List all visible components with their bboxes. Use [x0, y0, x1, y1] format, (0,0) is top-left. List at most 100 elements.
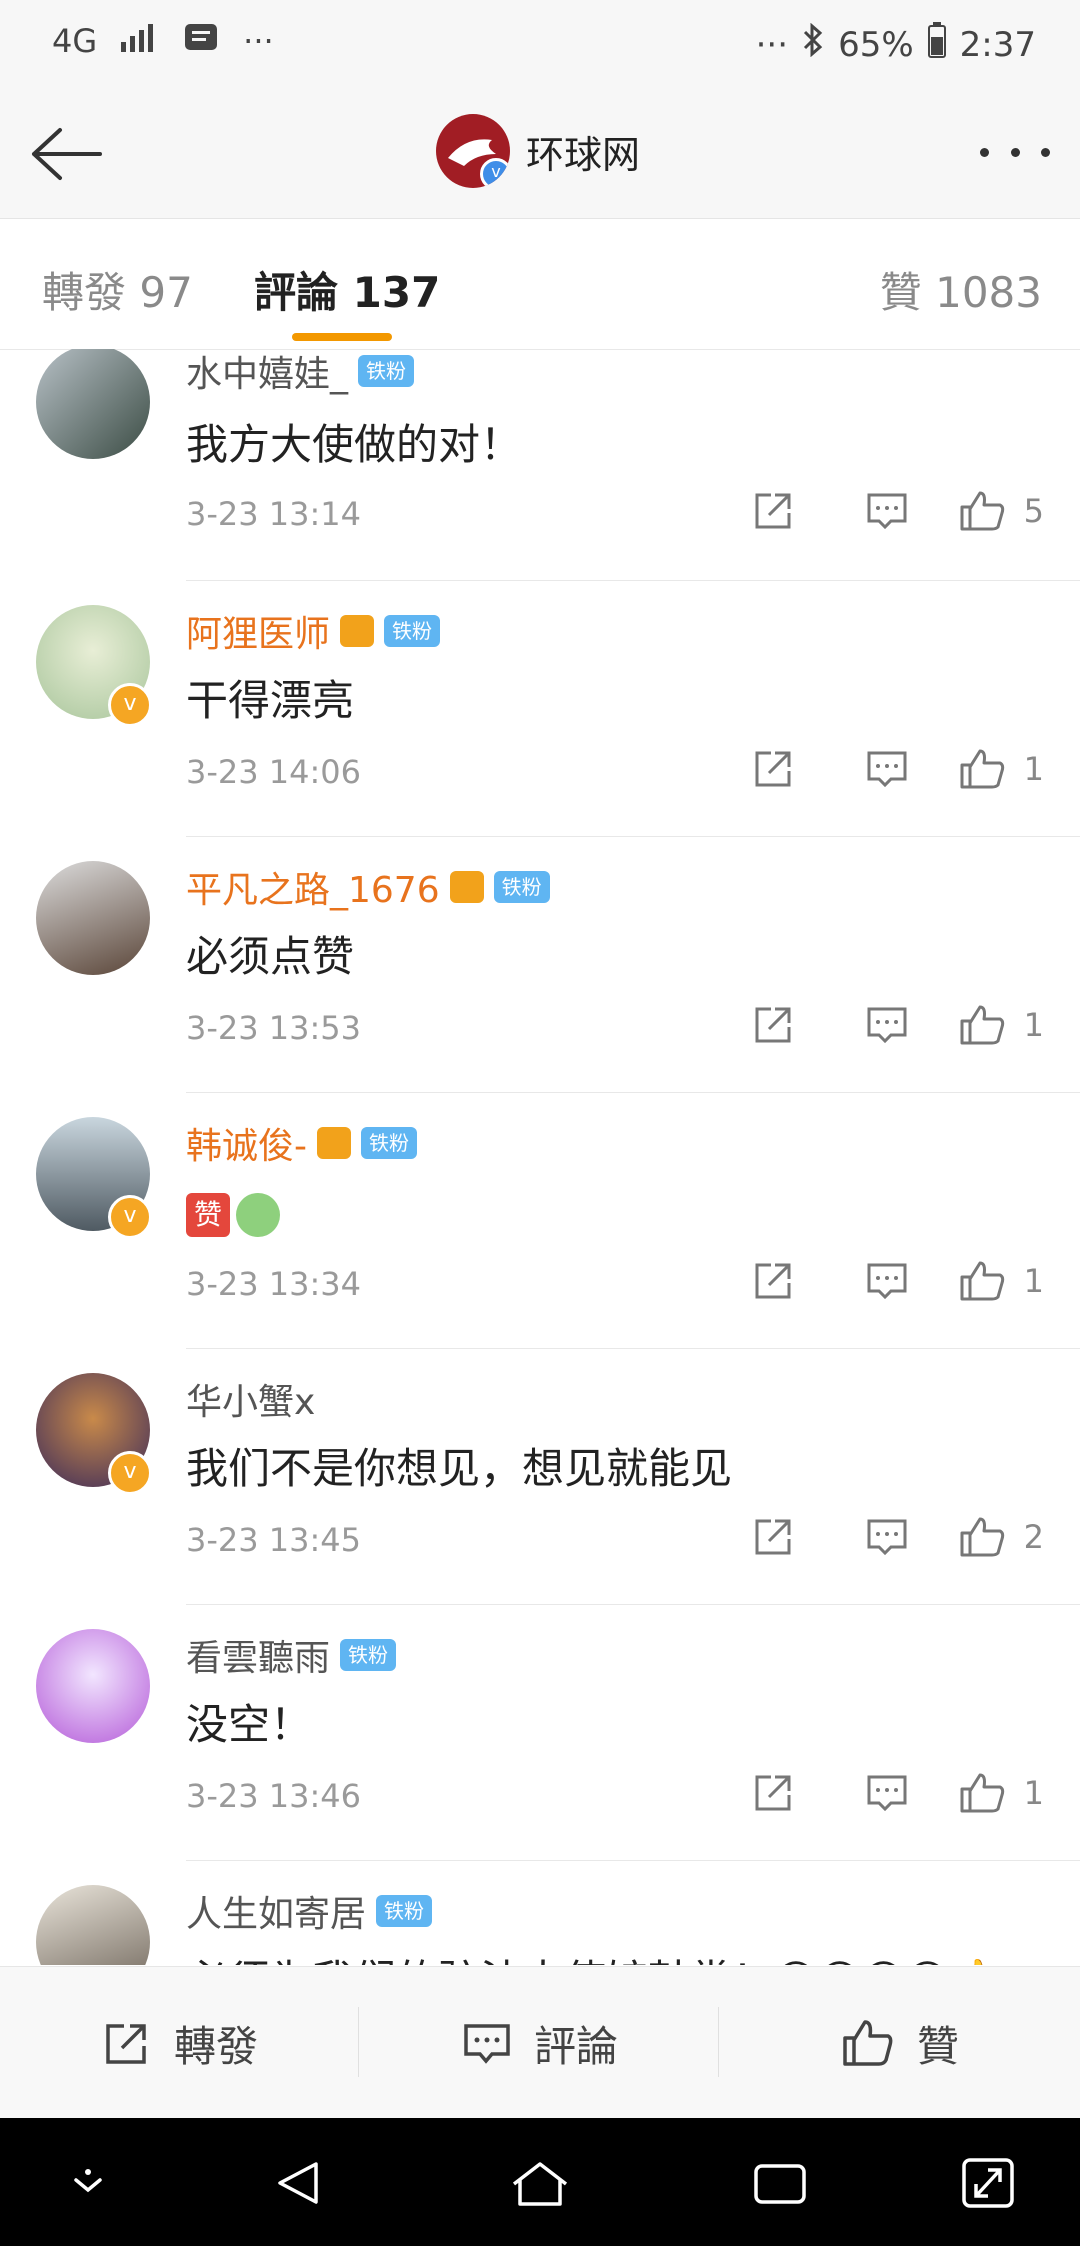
comment-item: 人生如寄居 铁粉 必须为我们的驻法大使馆鼓掌！😊😊😊😊👍 [0, 1861, 1080, 1965]
comment-author[interactable]: 阿狸医师 铁粉 [186, 605, 441, 657]
top-nav: v 环球网 [0, 92, 1080, 219]
verified-badge-icon: v [108, 683, 152, 727]
more-options-button[interactable] [980, 132, 1050, 172]
fan-tag: 铁粉 [340, 1639, 397, 1671]
comment-list[interactable]: 水中嬉娃_ 铁粉 我方大使做的对！ 3-23 13:14 5 v 阿狸医师 铁粉… [0, 349, 1080, 1965]
author-name: 韩诚俊- [186, 1126, 307, 1167]
comment-author[interactable]: 平凡之路_1676 铁粉 [186, 861, 550, 913]
expand-nav-button[interactable] [958, 2158, 1018, 2208]
status-bar: 4G ··· ··· 65% 2:37 [0, 0, 1080, 92]
repost-button[interactable] [716, 1771, 830, 1815]
page-title: 环球网 [526, 132, 641, 177]
network-indicator: 4G [52, 22, 98, 60]
home-nav-button[interactable] [510, 2158, 570, 2208]
green-face-emoji [236, 1193, 280, 1237]
like-button[interactable]: 5 [958, 489, 1044, 533]
comment-actions: 1 [716, 747, 1044, 791]
verified-badge-icon: v [108, 1195, 152, 1239]
back-button[interactable] [26, 118, 106, 188]
like-button[interactable]: 2 [958, 1515, 1044, 1559]
expand-icon [962, 2158, 1014, 2208]
comment-author[interactable]: 韩诚俊- 铁粉 [186, 1117, 417, 1169]
like-count: 5 [1023, 492, 1044, 530]
thumbs-up-icon [960, 1261, 1004, 1301]
recents-nav-button[interactable] [750, 2158, 810, 2208]
share-icon [755, 1775, 791, 1811]
repost-button[interactable] [716, 1515, 830, 1559]
bottom-like-button[interactable]: 贊 [720, 1967, 1080, 2119]
share-icon [755, 493, 791, 529]
comment-icon [867, 751, 907, 788]
comment-icon [867, 1519, 907, 1556]
thumbs-up-icon [843, 2020, 893, 2066]
divider [718, 2007, 719, 2077]
bottom-like-label: 贊 [916, 2021, 959, 2071]
like-button[interactable]: 1 [958, 1771, 1044, 1815]
back-nav-button[interactable] [270, 2158, 330, 2208]
thumbs-up-icon [960, 1773, 1004, 1813]
comment-actions: 1 [716, 1003, 1044, 1047]
comment-icon [867, 1263, 907, 1300]
comment-author[interactable]: 水中嬉娃_ 铁粉 [186, 349, 415, 397]
comment-text: 干得漂亮 [186, 676, 355, 725]
repost-button[interactable] [716, 1259, 830, 1303]
bottom-comment-button[interactable]: 評論 [360, 1967, 720, 2119]
back-triangle-icon [278, 2162, 318, 2204]
comment-author[interactable]: 人生如寄居 铁粉 [186, 1885, 433, 1937]
like-count: 1 [1023, 750, 1044, 788]
share-icon [755, 1519, 791, 1555]
hide-nav-button[interactable] [58, 2158, 118, 2208]
like-count: 1 [1023, 1262, 1044, 1300]
like-button[interactable]: 1 [958, 1003, 1044, 1047]
share-icon [106, 2024, 146, 2064]
comment-time: 3-23 13:45 [186, 1521, 362, 1559]
reply-button[interactable] [830, 1259, 944, 1303]
comment-item: 看雲聽雨 铁粉 没空！ 3-23 13:46 1 [0, 1605, 1080, 1861]
reply-button[interactable] [830, 1003, 944, 1047]
comment-text: 必须为我们的驻法大使馆鼓掌！😊😊😊😊👍 [186, 1947, 1001, 1965]
repost-button[interactable] [716, 489, 830, 533]
comment-actions: 1 [716, 1771, 1044, 1815]
comment-time: 3-23 13:34 [186, 1265, 362, 1303]
system-navigation-bar [0, 2118, 1080, 2246]
like-button[interactable]: 1 [958, 1259, 1044, 1303]
emoji-row: 赞 [186, 1193, 280, 1237]
comment-item: 水中嬉娃_ 铁粉 我方大使做的对！ 3-23 13:14 5 [0, 349, 1080, 581]
avatar[interactable] [36, 861, 150, 975]
like-count: 1 [1023, 1774, 1044, 1812]
like-button[interactable]: 1 [958, 747, 1044, 791]
comment-author[interactable]: 看雲聽雨 铁粉 [186, 1629, 397, 1681]
comment-icon [464, 2024, 510, 2064]
thumbs-up-icon [960, 1005, 1004, 1045]
repost-button[interactable] [716, 1003, 830, 1047]
verified-badge-icon: v [108, 1451, 152, 1495]
avatar[interactable] [36, 1885, 150, 1965]
share-icon [755, 1263, 791, 1299]
crown-icon [340, 615, 375, 647]
bottom-repost-button[interactable]: 轉發 [0, 1967, 360, 2119]
comment-icon [867, 1007, 907, 1044]
author-name: 平凡之路_1676 [186, 870, 440, 911]
avatar[interactable] [36, 349, 150, 459]
thumbs-up-icon [960, 1517, 1004, 1557]
account-header[interactable]: v 环球网 [436, 114, 640, 188]
reply-button[interactable] [830, 1771, 944, 1815]
bottom-repost-label: 轉發 [173, 2021, 258, 2071]
reply-button[interactable] [830, 1515, 944, 1559]
comment-time: 3-23 13:46 [186, 1777, 362, 1815]
reply-button[interactable] [830, 489, 944, 533]
fan-tag: 铁粉 [493, 871, 550, 903]
tab-comments[interactable]: 評論 137 [254, 259, 440, 320]
comment-text: 我们不是你想见，想见就能见 [186, 1444, 733, 1493]
repost-button[interactable] [716, 747, 830, 791]
verified-badge: v [480, 158, 510, 188]
comment-author[interactable]: 华小蟹x [186, 1373, 315, 1425]
reply-button[interactable] [830, 747, 944, 791]
comment-time: 3-23 13:14 [186, 495, 362, 533]
comment-time: 3-23 14:06 [186, 753, 362, 791]
avatar[interactable] [36, 1629, 150, 1743]
tab-likes[interactable]: 贊 1083 [880, 259, 1042, 320]
tab-repost[interactable]: 轉發 97 [42, 259, 193, 320]
crown-icon [449, 871, 484, 903]
comment-item: v 阿狸医师 铁粉 干得漂亮 3-23 14:06 1 [0, 581, 1080, 837]
